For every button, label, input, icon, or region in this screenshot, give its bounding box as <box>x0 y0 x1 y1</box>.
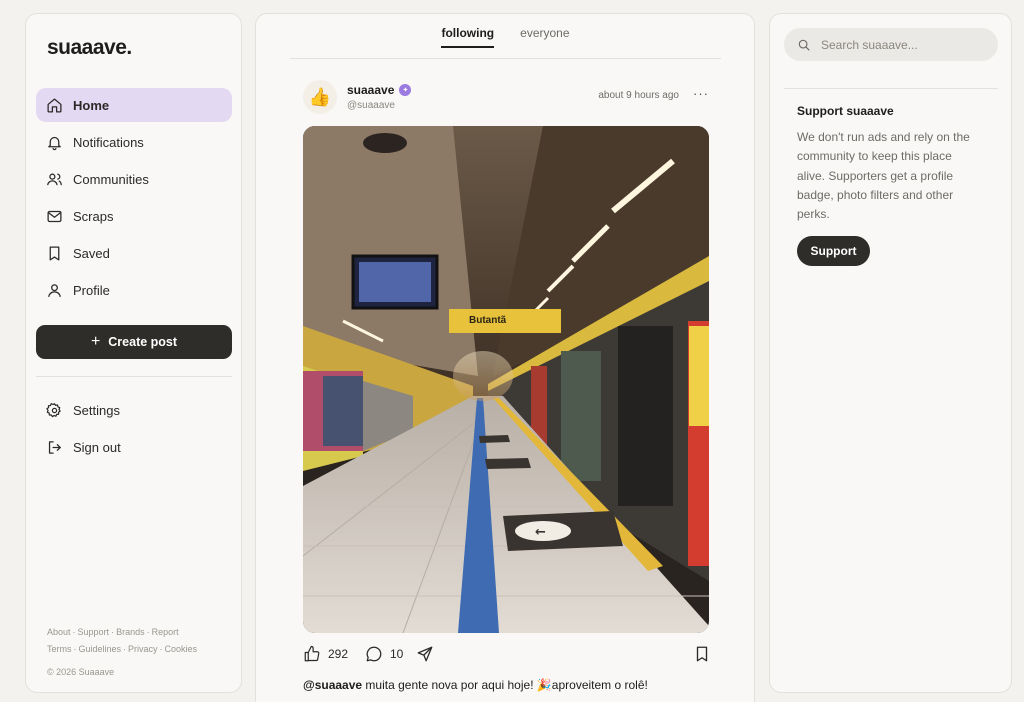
sidebar-item-profile[interactable]: Profile <box>36 273 232 307</box>
station-sign-text: Butantã <box>469 315 507 326</box>
feed-tabs: following everyone <box>290 14 721 59</box>
footer-link-terms[interactable]: Terms <box>47 644 72 654</box>
sidebar-item-communities[interactable]: Communities <box>36 162 232 196</box>
footer-link-guidelines[interactable]: Guidelines <box>79 644 122 654</box>
comment-icon <box>366 646 382 662</box>
footer-link-report[interactable]: Report <box>152 627 179 637</box>
right-sidebar: Support suaaave We don't run ads and rel… <box>769 13 1012 693</box>
sidebar-item-label: Settings <box>73 402 120 418</box>
sidebar-item-label: Scraps <box>73 208 114 224</box>
sidebar-item-label: Profile <box>73 282 110 298</box>
like-count: 292 <box>328 647 349 661</box>
sidebar-item-sign-out[interactable]: Sign out <box>36 430 232 464</box>
post-username: suaaave <box>347 83 395 97</box>
comment-button[interactable]: 10 <box>365 645 403 663</box>
sidebar-item-scraps[interactable]: Scraps <box>36 199 232 233</box>
send-icon <box>417 646 433 662</box>
logo[interactable]: suaaave. <box>47 36 132 60</box>
divider <box>36 376 232 377</box>
sidebar-item-label: Saved <box>73 245 110 261</box>
bell-icon <box>48 136 61 150</box>
user-icon <box>48 283 61 297</box>
sign-out-icon <box>48 440 61 454</box>
caption-text: muita gente nova por aqui hoje! 🎉aprovei… <box>362 678 648 692</box>
home-icon <box>47 97 62 113</box>
share-button[interactable] <box>416 645 441 663</box>
like-button[interactable]: 292 <box>303 645 348 663</box>
sidebar-item-label: Sign out <box>73 439 121 455</box>
bookmark-icon <box>49 245 60 261</box>
create-post-label: Create post <box>108 335 178 349</box>
caption-mention[interactable]: @suaaave <box>303 678 362 692</box>
search-input[interactable] <box>821 37 981 52</box>
mail-icon <box>47 210 62 222</box>
footer-link-cookies[interactable]: Cookies <box>165 644 198 654</box>
post-timestamp: about 9 hours ago <box>598 90 679 101</box>
feed: following everyone 👍 suaaave ✦ @suaaave … <box>255 13 755 702</box>
left-sidebar: suaaave. Home Notifications Communities … <box>25 13 242 693</box>
post-handle: @suaaave <box>347 100 395 111</box>
create-post-button[interactable]: + Create post <box>36 325 232 359</box>
tab-following[interactable]: following <box>441 14 495 48</box>
secondary-nav: Settings Sign out <box>36 393 232 467</box>
tab-everyone[interactable]: everyone <box>520 14 569 59</box>
users-icon <box>47 173 62 185</box>
post-author[interactable]: suaaave ✦ <box>347 83 412 97</box>
footer-link-support[interactable]: Support <box>78 627 110 637</box>
more-options-icon[interactable]: ··· <box>693 86 709 101</box>
thumbs-up-icon <box>304 645 320 662</box>
copyright: © 2026 Suaaave <box>47 667 115 677</box>
footer-links: About · Support · Brands · Report Terms · Guidel… <box>47 624 227 681</box>
footer-link-about[interactable]: About <box>47 627 71 637</box>
sidebar-item-notifications[interactable]: Notifications <box>36 125 232 159</box>
post-caption: @suaaave muita gente nova por aqui hoje!… <box>303 678 723 692</box>
post-actions: 292 10 <box>303 645 711 667</box>
bookmark-icon <box>696 646 708 662</box>
search-icon <box>798 39 810 51</box>
gear-icon <box>46 402 61 417</box>
floor-arrow-text: ← <box>535 525 546 540</box>
post-photo[interactable]: Butantã ← <box>303 126 709 633</box>
avatar[interactable]: 👍 <box>303 80 337 114</box>
plus-icon: + <box>90 333 101 350</box>
divider <box>784 88 998 89</box>
supporter-badge-icon: ✦ <box>399 84 412 96</box>
sidebar-item-saved[interactable]: Saved <box>36 236 232 270</box>
post-header: 👍 suaaave ✦ @suaaave about 9 hours ago ·… <box>303 80 711 116</box>
sidebar-item-label: Notifications <box>73 134 144 150</box>
footer-link-brands[interactable]: Brands <box>116 627 145 637</box>
support-description: We don't run ads and rely on the communi… <box>797 130 970 222</box>
sidebar-item-settings[interactable]: Settings <box>36 393 232 427</box>
sidebar-item-home[interactable]: Home <box>36 88 232 122</box>
footer-link-privacy[interactable]: Privacy <box>128 644 158 654</box>
support-button[interactable]: Support <box>797 236 870 266</box>
main-nav: Home Notifications Communities Scraps Sa… <box>36 88 232 310</box>
sidebar-item-label: Communities <box>73 171 149 187</box>
save-post-button[interactable] <box>693 645 711 663</box>
support-title: Support suaaave <box>797 104 894 118</box>
subway-platform-image: Butantã ← <box>303 126 709 633</box>
sidebar-item-label: Home <box>73 97 110 113</box>
comment-count: 10 <box>390 647 404 661</box>
search-bar[interactable] <box>784 28 998 61</box>
